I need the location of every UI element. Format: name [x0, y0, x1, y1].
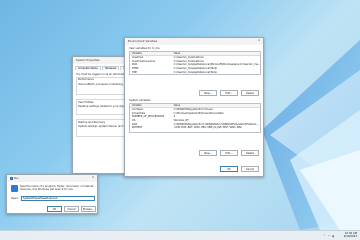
system-tray: ⌃ ◠ ◖ — [323, 234, 334, 238]
run-icon — [11, 185, 18, 192]
col-value[interactable]: Value — [172, 104, 260, 107]
cell-value: C:\Windows\System32\Drivers\DriverData — [173, 111, 224, 115]
cell-name: TEMP — [132, 67, 139, 71]
tab-hardware[interactable]: Hardware — [101, 66, 120, 70]
system-properties-title: System Properties — [76, 59, 100, 62]
run-titlebar[interactable]: Run × — [7, 175, 97, 182]
run-cancel-button[interactable]: Cancel — [64, 206, 79, 212]
cell-name: DriverData — [132, 111, 146, 115]
taskbar: ⌃ ◠ ◖ 10:30 AM 9/19/2023 — [0, 230, 360, 240]
run-dialog: Run × Type the name of a program, folder… — [6, 174, 98, 214]
wifi-icon[interactable]: ◠ — [328, 234, 331, 238]
system-new-button[interactable]: New... — [199, 150, 217, 156]
cell-value: C:\WINDOWS\system32;C:\WINDOWS;C:\WINDOW… — [173, 122, 260, 126]
env-title: Environment Variables — [128, 40, 158, 43]
cell-name: OneDrive — [132, 56, 144, 60]
close-icon[interactable]: × — [91, 176, 95, 179]
close-icon[interactable]: × — [257, 39, 261, 42]
cell-value: C:\Users\m_me\OneDrive — [173, 56, 204, 60]
ok-button[interactable]: OK — [220, 166, 238, 172]
run-title: Run — [14, 177, 19, 180]
performance-title: Performance — [78, 78, 94, 81]
open-label: Open: — [11, 197, 19, 200]
startup-title: Startup and Recovery — [78, 121, 106, 124]
cell-value: C:\Users\m_me\AppData\Local\Temp — [173, 67, 218, 71]
run-open-input[interactable]: SystemPropertiesAdvanced — [21, 196, 95, 201]
system-edit-button[interactable]: Edit... — [220, 150, 238, 156]
tab-computer-name[interactable]: Computer Name — [75, 66, 101, 70]
cell-name: OS — [132, 119, 136, 123]
user-vars-table[interactable]: Variable Value OneDrive C:\Users\m_me\One… — [129, 51, 261, 75]
clock[interactable]: 10:30 AM 9/19/2023 — [344, 232, 357, 239]
user-new-button[interactable]: New... — [199, 90, 217, 96]
col-variable[interactable]: Variable — [130, 104, 172, 107]
system-delete-button[interactable]: Delete — [241, 150, 259, 156]
cell-value: C:\Users\m_me\OneDrive — [173, 59, 204, 63]
run-ok-button[interactable]: OK — [47, 206, 62, 212]
user-delete-button[interactable]: Delete — [241, 90, 259, 96]
user-edit-button[interactable]: Edit... — [220, 90, 238, 96]
col-value[interactable]: Value — [172, 52, 260, 55]
table-row[interactable]: PATHEXT .COM;.EXE;.BAT;.CMD;.VBS;.VBE;.JS… — [130, 126, 260, 130]
clock-date: 9/19/2023 — [343, 235, 357, 239]
table-row[interactable]: TMP C:\Users\m_me\AppData\Local\Temp — [130, 70, 260, 74]
col-variable[interactable]: Variable — [130, 52, 172, 55]
system-vars-table[interactable]: Variable Value ComSpec C:\WINDOWS\system3… — [129, 103, 261, 133]
user-vars-heading: User variables for m_me — [129, 47, 160, 50]
env-titlebar[interactable]: Environment Variables × — [125, 38, 263, 45]
cell-name: TMP — [132, 70, 137, 74]
cell-name: PATHEXT — [132, 126, 143, 130]
cancel-button[interactable]: Cancel — [241, 166, 259, 172]
run-app-icon — [10, 177, 13, 180]
user-profiles-title: User Profiles — [78, 101, 94, 104]
environment-variables-window: Environment Variables × User variables f… — [124, 37, 264, 177]
cell-value: C:\WINDOWS\system32\cmd.exe — [173, 108, 213, 112]
user-profiles-desc: Desktop settings related to your sign-in — [78, 105, 128, 108]
cell-value: 4 — [173, 115, 176, 119]
cell-value: C:\Users\m_me\AppData\Local\Temp — [173, 70, 218, 74]
cell-name: NUMBER_OF_PROCESSORS — [132, 115, 165, 119]
cell-value: Windows_NT — [173, 119, 189, 123]
cell-name: Path — [132, 122, 138, 126]
run-description: Type the name of a program, folder, docu… — [20, 185, 94, 191]
chevron-up-icon[interactable]: ⌃ — [323, 234, 326, 238]
cell-name: OneDriveConsumer — [132, 59, 156, 63]
run-browse-button[interactable]: Browse... — [81, 206, 96, 212]
cell-name: ComSpec — [132, 108, 144, 112]
speaker-icon[interactable]: ◖ — [332, 234, 334, 238]
cell-name: Path — [132, 63, 138, 67]
cell-value: C:\Users\m_me\AppData\Local\Microsoft\Wi… — [173, 63, 260, 67]
system-vars-heading: System variables — [129, 99, 151, 102]
admin-note: You must be logged on as an Administrato… — [76, 73, 130, 76]
cell-value: .COM;.EXE;.BAT;.CMD;.VBS;.VBE;.JS;.JSE;.… — [173, 126, 243, 130]
